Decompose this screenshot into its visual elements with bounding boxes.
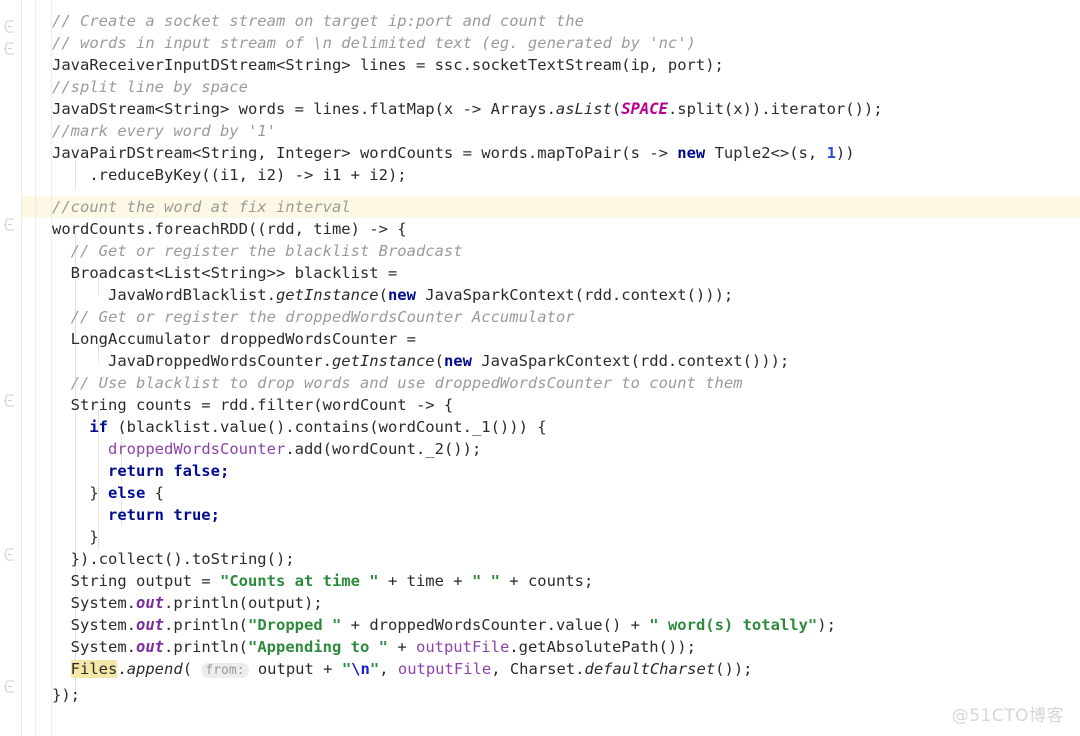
code-line[interactable]: return true; bbox=[0, 504, 1080, 526]
code-line-current[interactable]: //count the word at fix interval bbox=[0, 196, 1080, 218]
code-line-text: }).collect().toString(); bbox=[52, 550, 295, 568]
code-line-text: return true; bbox=[52, 506, 220, 524]
code-line-text: LongAccumulator droppedWordsCounter = bbox=[52, 330, 416, 348]
gutter-edge bbox=[21, 0, 22, 736]
code-content[interactable]: // Create a socket stream on target ip:p… bbox=[0, 0, 1080, 736]
code-line-text: JavaPairDStream<String, Integer> wordCou… bbox=[52, 144, 855, 162]
code-line[interactable]: }); bbox=[0, 684, 1080, 706]
editor-gutter[interactable] bbox=[0, 0, 22, 736]
code-line-text: String output = "Counts at time " + time… bbox=[52, 572, 594, 590]
param-hint-from: from: bbox=[201, 663, 249, 678]
code-line-text: // Use blacklist to drop words and use d… bbox=[52, 374, 743, 392]
code-line[interactable]: JavaDStream<String> words = lines.flatMa… bbox=[0, 98, 1080, 120]
code-line-text: if (blacklist.value().contains(wordCount… bbox=[89, 418, 547, 436]
code-line[interactable]: JavaDroppedWordsCounter.getInstance(new … bbox=[0, 350, 1080, 372]
code-line[interactable]: //split line by space bbox=[0, 76, 1080, 98]
code-line-text: wordCounts.foreachRDD((rdd, time) -> { bbox=[52, 220, 407, 238]
code-line-text: JavaDStream<String> words = lines.flatMa… bbox=[52, 100, 883, 118]
fold-marker-collapse-5-icon[interactable] bbox=[4, 548, 17, 561]
code-line[interactable]: Broadcast<List<String>> blacklist = bbox=[0, 262, 1080, 284]
fold-marker-collapse-1-icon[interactable] bbox=[4, 20, 17, 33]
code-line-text: } bbox=[52, 528, 99, 546]
code-line-text: }); bbox=[52, 686, 80, 704]
watermark: @51CTO博客 bbox=[951, 706, 1064, 726]
code-line[interactable]: // words in input stream of \n delimited… bbox=[0, 32, 1080, 54]
code-line[interactable]: String counts = rdd.filter(wordCount -> … bbox=[0, 394, 1080, 416]
code-line-text: Files.append( from: output + "\n", outpu… bbox=[70, 660, 753, 678]
code-line-text: System.out.println(output); bbox=[52, 594, 323, 612]
fold-marker-collapse-6-icon[interactable] bbox=[4, 680, 17, 693]
code-editor-view[interactable]: // Create a socket stream on target ip:p… bbox=[0, 0, 1080, 736]
code-line[interactable]: if (blacklist.value().contains(wordCount… bbox=[0, 416, 1080, 438]
code-line-text: String counts = rdd.filter(wordCount -> … bbox=[52, 396, 454, 414]
code-line-text: } else { bbox=[52, 484, 164, 502]
code-line[interactable]: wordCounts.foreachRDD((rdd, time) -> { bbox=[0, 218, 1080, 240]
code-line-text: //count the word at fix interval bbox=[52, 198, 351, 216]
fold-marker-collapse-2-icon[interactable] bbox=[4, 42, 17, 55]
code-line[interactable]: LongAccumulator droppedWordsCounter = bbox=[0, 328, 1080, 350]
code-line[interactable]: // Get or register the droppedWordsCount… bbox=[0, 306, 1080, 328]
code-line[interactable]: } bbox=[0, 526, 1080, 548]
code-line[interactable]: // Create a socket stream on target ip:p… bbox=[0, 10, 1080, 32]
fold-marker-collapse-4-icon[interactable] bbox=[4, 394, 17, 407]
fold-marker-collapse-3-icon[interactable] bbox=[4, 218, 17, 231]
code-line[interactable]: //mark every word by '1' bbox=[0, 120, 1080, 142]
code-line[interactable]: return false; bbox=[0, 460, 1080, 482]
code-line[interactable]: JavaReceiverInputDStream<String> lines =… bbox=[0, 54, 1080, 76]
code-line[interactable]: // Use blacklist to drop words and use d… bbox=[0, 372, 1080, 394]
code-line[interactable]: System.out.println("Dropped " + droppedW… bbox=[0, 614, 1080, 636]
code-line-text: .reduceByKey((i1, i2) -> i1 + i2); bbox=[52, 166, 407, 184]
code-line-text: // Create a socket stream on target ip:p… bbox=[52, 12, 584, 30]
code-line[interactable]: droppedWordsCounter.add(wordCount._2()); bbox=[0, 438, 1080, 460]
code-line[interactable]: .reduceByKey((i1, i2) -> i1 + i2); bbox=[0, 164, 1080, 186]
code-line[interactable]: String output = "Counts at time " + time… bbox=[0, 570, 1080, 592]
code-line[interactable]: System.out.println(output); bbox=[0, 592, 1080, 614]
code-line[interactable]: } else { bbox=[0, 482, 1080, 504]
code-line-text: JavaWordBlacklist.getInstance(new JavaSp… bbox=[52, 286, 734, 304]
code-line-text: // words in input stream of \n delimited… bbox=[52, 34, 696, 52]
code-line[interactable]: System.out.println("Appending to " + out… bbox=[0, 636, 1080, 658]
code-line-text: System.out.println("Appending to " + out… bbox=[52, 638, 696, 656]
code-line-text: //mark every word by '1' bbox=[52, 122, 276, 140]
code-line-text: System.out.println("Dropped " + droppedW… bbox=[52, 616, 836, 634]
code-line-text: JavaDroppedWordsCounter.getInstance(new … bbox=[52, 352, 790, 370]
code-line[interactable]: Files.append( from: output + "\n", outpu… bbox=[0, 658, 1080, 680]
code-line-text: // Get or register the blacklist Broadca… bbox=[52, 242, 463, 260]
code-line-text: //split line by space bbox=[52, 78, 248, 96]
code-line-text: Broadcast<List<String>> blacklist = bbox=[52, 264, 398, 282]
code-line[interactable]: JavaWordBlacklist.getInstance(new JavaSp… bbox=[0, 284, 1080, 306]
code-line[interactable]: JavaPairDStream<String, Integer> wordCou… bbox=[0, 142, 1080, 164]
code-line-text: return false; bbox=[52, 462, 230, 480]
code-line-text: droppedWordsCounter.add(wordCount._2()); bbox=[108, 440, 482, 458]
code-line[interactable]: }).collect().toString(); bbox=[0, 548, 1080, 570]
code-line[interactable]: // Get or register the blacklist Broadca… bbox=[0, 240, 1080, 262]
code-line-text: JavaReceiverInputDStream<String> lines =… bbox=[52, 56, 724, 74]
code-line-text: // Get or register the droppedWordsCount… bbox=[52, 308, 575, 326]
